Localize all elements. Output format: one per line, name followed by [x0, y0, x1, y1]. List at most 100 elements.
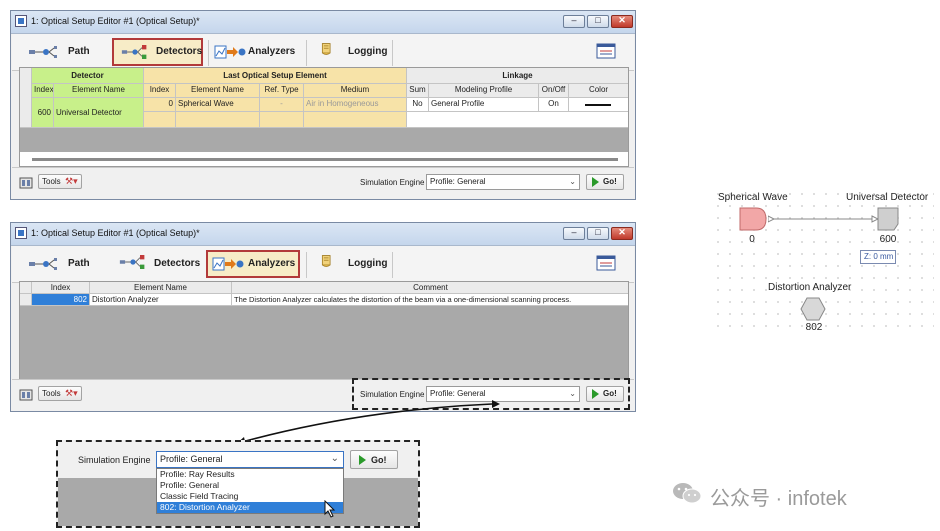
- empty-table-area: [20, 128, 628, 152]
- tab-bar: Path Detectors Analyzers Logging: [12, 34, 634, 71]
- group-header-linkage: Linkage: [407, 68, 628, 84]
- blank-cell: [304, 112, 407, 128]
- element-index-cell[interactable]: 0: [144, 98, 176, 112]
- universal-detector-node[interactable]: [876, 206, 902, 232]
- layout-settings-icon[interactable]: [596, 43, 616, 59]
- detectors-icon: [121, 45, 147, 59]
- library-icon[interactable]: [19, 176, 33, 189]
- dropdown-option-distortion-analyzer[interactable]: 802: Distortion Analyzer: [157, 502, 343, 513]
- dropdown-option-ray-results[interactable]: Profile: Ray Results: [157, 469, 343, 480]
- tab-analyzers[interactable]: Analyzers: [206, 250, 300, 278]
- tab-separator: [208, 40, 209, 66]
- tab-logging[interactable]: Logging: [312, 38, 392, 66]
- row-header[interactable]: [20, 294, 32, 306]
- tab-detectors[interactable]: Detectors: [112, 38, 203, 66]
- watermark-text: 公众号 · infotek: [710, 488, 847, 510]
- dropdown-option-classic-field-tracing[interactable]: Classic Field Tracing: [157, 491, 343, 502]
- col-element-name: Element Name: [90, 282, 232, 294]
- analyzer-index-cell[interactable]: 802: [32, 294, 90, 306]
- zoom-engine-value: Profile: General: [160, 454, 223, 464]
- col-sum: Sum: [407, 84, 429, 98]
- element-name-cell[interactable]: Spherical Wave: [176, 98, 260, 112]
- analyzers-table: Index Element Name Comment 802 Distortio…: [19, 281, 629, 381]
- zoom-go-button[interactable]: Go!: [350, 450, 398, 469]
- play-icon: [359, 455, 366, 465]
- minimize-button[interactable]: –: [563, 227, 585, 240]
- simulation-engine-select[interactable]: Profile: General ⌄: [426, 174, 580, 190]
- window-title: 1: Optical Setup Editor #1 (Optical Setu…: [31, 16, 200, 26]
- go-button[interactable]: Go!: [586, 174, 624, 190]
- tab-logging-label: Logging: [348, 46, 388, 57]
- library-icon[interactable]: [19, 388, 33, 401]
- color-cell[interactable]: [569, 98, 628, 112]
- mouse-cursor-icon: [324, 500, 336, 518]
- col-index: Index: [32, 282, 90, 294]
- chevron-down-icon: ⌄: [569, 177, 576, 186]
- row-header[interactable]: [20, 98, 32, 128]
- minimize-button[interactable]: –: [563, 15, 585, 28]
- tab-separator: [306, 252, 307, 278]
- detectors-icon: [119, 255, 145, 269]
- detector-z-position-badge: Z: 0 mm: [860, 250, 896, 264]
- analyzers-icon: [212, 257, 244, 271]
- tools-button[interactable]: Tools ⚒▾: [38, 386, 82, 401]
- modeling-profile-cell[interactable]: General Profile: [429, 98, 539, 112]
- app-icon: [15, 15, 27, 27]
- zoom-engine-select[interactable]: Profile: General ⌄: [156, 451, 344, 468]
- simulation-engine-label: Simulation Engine: [360, 178, 425, 187]
- tab-separator: [392, 252, 393, 278]
- distortion-analyzer-node[interactable]: [800, 297, 826, 321]
- zoom-inset: Simulation Engine Profile: General ⌄ Go!…: [56, 440, 420, 528]
- connection-line: [768, 215, 878, 223]
- blank-cell: [407, 112, 628, 128]
- maximize-button[interactable]: □: [587, 15, 609, 28]
- spherical-wave-node[interactable]: [738, 206, 768, 232]
- simulation-engine-value: Profile: General: [430, 177, 486, 186]
- tab-analyzers[interactable]: Analyzers: [212, 38, 304, 66]
- tools-button[interactable]: Tools ⚒▾: [38, 174, 82, 189]
- tab-path[interactable]: Path: [24, 38, 110, 66]
- tab-separator: [392, 40, 393, 66]
- wechat-logo-icon: [673, 483, 702, 504]
- blank-cell: [260, 112, 304, 128]
- editor-footer: Tools ⚒▾ Simulation Engine Profile: Gene…: [12, 167, 634, 198]
- detector-name-cell[interactable]: Universal Detector: [54, 98, 144, 128]
- spherical-wave-label: Spherical Wave: [718, 192, 788, 203]
- title-bar[interactable]: 1: Optical Setup Editor #1 (Optical Setu…: [11, 11, 635, 34]
- ref-type-cell[interactable]: -: [260, 98, 304, 112]
- maximize-button[interactable]: □: [587, 227, 609, 240]
- window-title: 1: Optical Setup Editor #1 (Optical Setu…: [31, 228, 200, 238]
- tab-logging-label: Logging: [348, 258, 388, 269]
- tab-detectors-label: Detectors: [156, 46, 203, 57]
- col-modeling-profile: Modeling Profile: [429, 84, 539, 98]
- group-header-detector: Detector: [32, 68, 144, 84]
- blank-cell: [176, 112, 260, 128]
- close-button[interactable]: ✕: [611, 227, 633, 240]
- sum-cell[interactable]: No: [407, 98, 429, 112]
- go-button-label: Go!: [603, 177, 617, 186]
- tab-path-label: Path: [68, 46, 90, 57]
- empty-table-area: [20, 306, 628, 380]
- app-icon: [15, 227, 27, 239]
- layout-settings-icon[interactable]: [596, 255, 616, 271]
- onoff-cell[interactable]: On: [539, 98, 569, 112]
- analyzer-comment-cell[interactable]: The Distortion Analyzer calculates the d…: [232, 294, 628, 306]
- close-button[interactable]: ✕: [611, 15, 633, 28]
- col-detector-name: Element Name: [54, 84, 144, 98]
- tools-button-label: Tools: [42, 389, 61, 398]
- optical-setup-editor-window-detectors: 1: Optical Setup Editor #1 (Optical Setu…: [10, 10, 636, 200]
- tab-path[interactable]: Path: [24, 250, 110, 278]
- horizontal-scrollbar[interactable]: [32, 158, 618, 161]
- tab-logging[interactable]: Logging: [312, 250, 392, 278]
- tab-bar: Path Detectors Analyzers Logging: [12, 246, 634, 283]
- col-element-name: Element Name: [176, 84, 260, 98]
- tab-detectors[interactable]: Detectors: [112, 250, 203, 278]
- universal-detector-label: Universal Detector: [846, 192, 929, 203]
- dropdown-option-general[interactable]: Profile: General: [157, 480, 343, 491]
- group-header-last-element: Last Optical Setup Element: [144, 68, 407, 84]
- medium-cell[interactable]: Air in Homogeneous: [304, 98, 407, 112]
- play-icon: [592, 177, 599, 187]
- title-bar[interactable]: 1: Optical Setup Editor #1 (Optical Setu…: [11, 223, 635, 246]
- detector-index-cell[interactable]: 600: [32, 98, 54, 128]
- analyzer-name-cell[interactable]: Distortion Analyzer: [90, 294, 232, 306]
